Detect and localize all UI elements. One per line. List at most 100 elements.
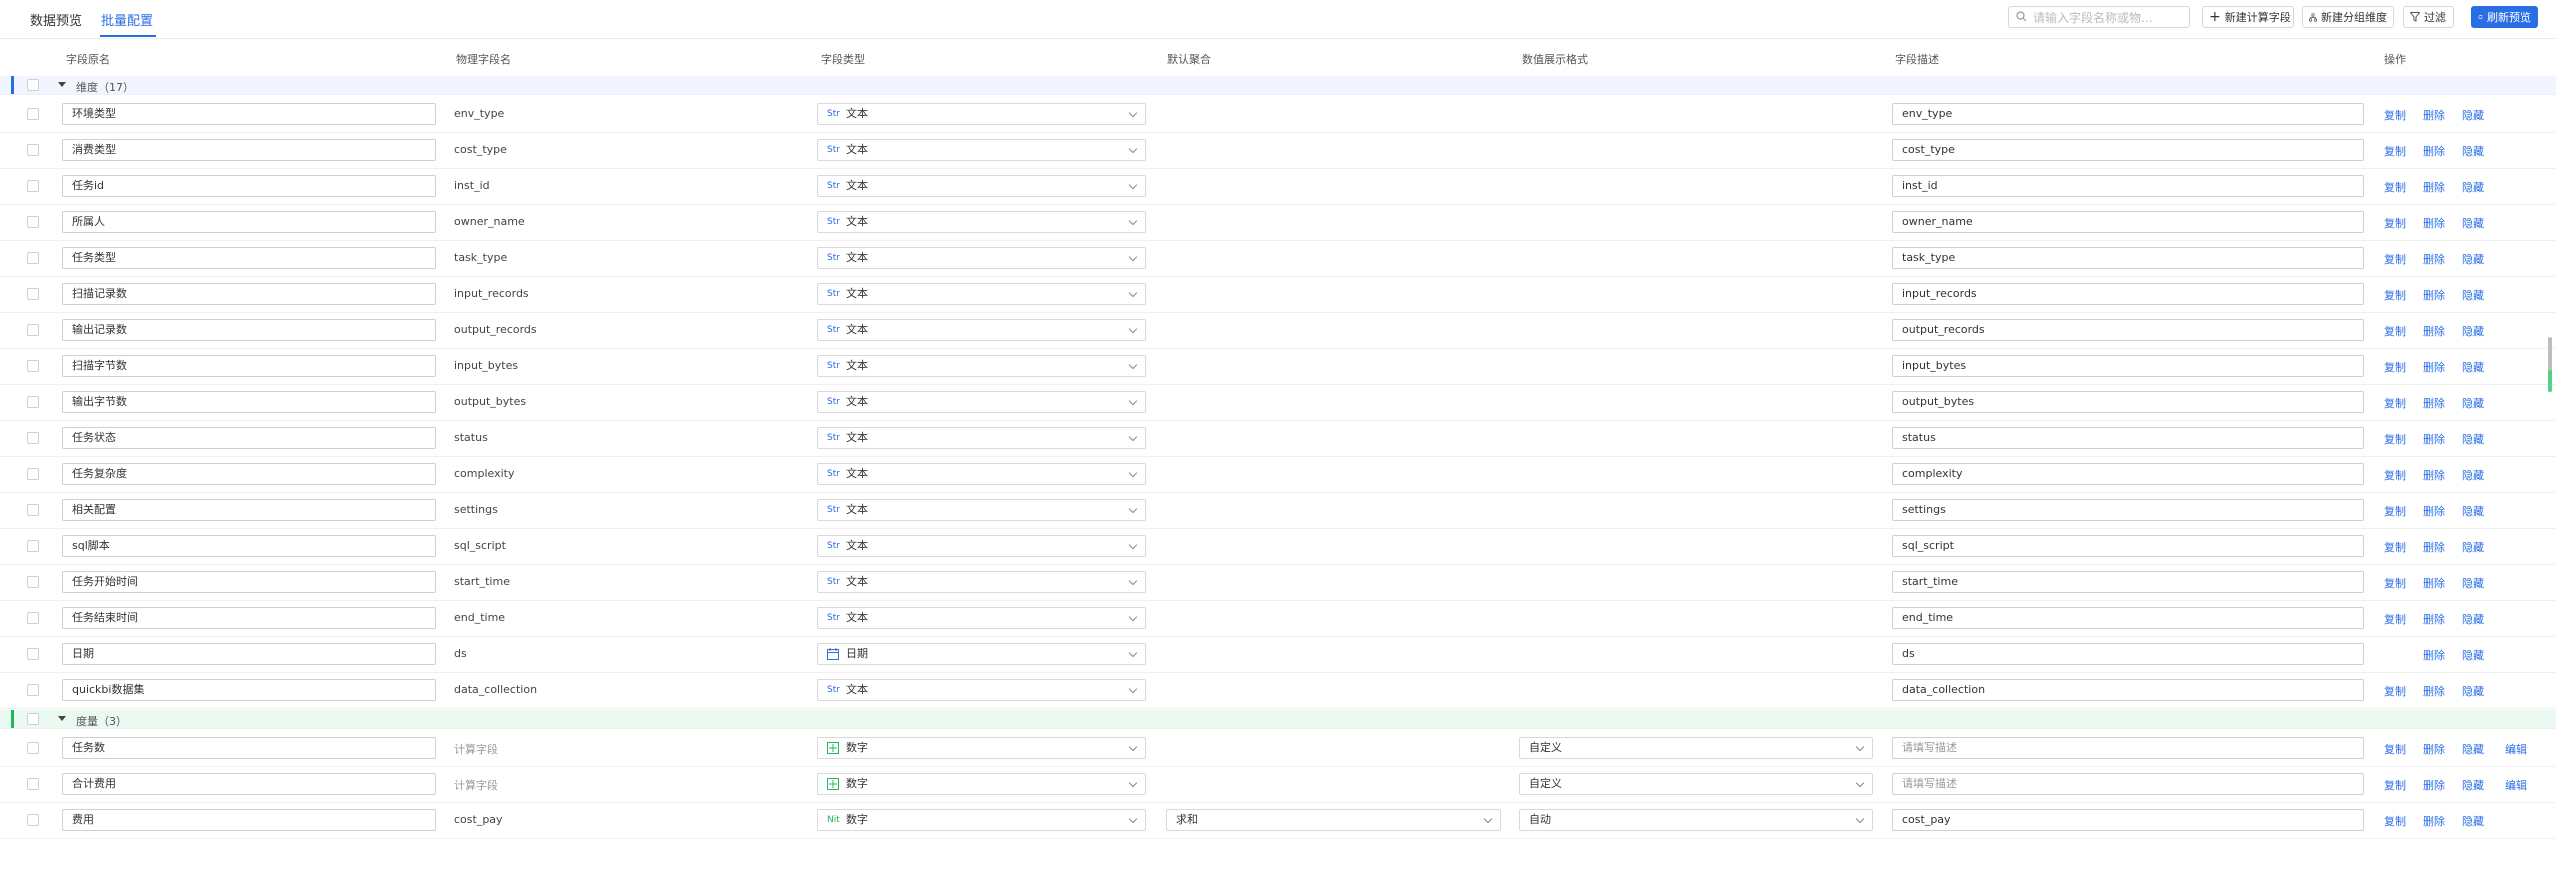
field-type-select[interactable]: 日期 xyxy=(817,643,1146,665)
hide-button[interactable]: 隐藏 xyxy=(2462,395,2484,411)
field-type-select[interactable]: Str 文本 xyxy=(817,427,1146,449)
field-name-input[interactable]: 环境类型 xyxy=(62,103,436,125)
copy-button[interactable]: 复制 xyxy=(2384,611,2406,627)
description-input[interactable]: sql_script xyxy=(1892,535,2364,557)
copy-button[interactable]: 复制 xyxy=(2384,741,2406,757)
description-input[interactable]: cost_pay xyxy=(1892,809,2364,831)
display-format-select[interactable]: 自动 xyxy=(1519,809,1873,831)
new-group-dimension-button[interactable]: 新建分组维度 xyxy=(2302,6,2394,28)
row-checkbox[interactable] xyxy=(27,108,39,120)
description-input[interactable]: owner_name xyxy=(1892,211,2364,233)
description-input[interactable]: cost_type xyxy=(1892,139,2364,161)
field-name-input[interactable]: 费用 xyxy=(62,809,436,831)
field-type-select[interactable]: Str 文本 xyxy=(817,391,1146,413)
hide-button[interactable]: 隐藏 xyxy=(2462,813,2484,829)
hide-button[interactable]: 隐藏 xyxy=(2462,647,2484,663)
field-name-input[interactable]: 任务id xyxy=(62,175,436,197)
caret-down-icon[interactable] xyxy=(58,82,66,87)
field-name-input[interactable]: 输出字节数 xyxy=(62,391,436,413)
description-input[interactable]: inst_id xyxy=(1892,175,2364,197)
hide-button[interactable]: 隐藏 xyxy=(2462,215,2484,231)
row-checkbox[interactable] xyxy=(27,360,39,372)
display-format-select[interactable]: 自定义 xyxy=(1519,737,1873,759)
field-name-input[interactable]: 输出记录数 xyxy=(62,319,436,341)
description-input[interactable]: settings xyxy=(1892,499,2364,521)
row-checkbox[interactable] xyxy=(27,540,39,552)
description-input[interactable]: data_collection xyxy=(1892,679,2364,701)
field-type-select[interactable]: Nit 数字 xyxy=(817,809,1146,831)
field-type-select[interactable]: Str 文本 xyxy=(817,211,1146,233)
row-checkbox[interactable] xyxy=(27,576,39,588)
edit-button[interactable]: 编辑 xyxy=(2505,777,2527,793)
delete-button[interactable]: 删除 xyxy=(2423,683,2445,699)
hide-button[interactable]: 隐藏 xyxy=(2462,143,2484,159)
delete-button[interactable]: 删除 xyxy=(2423,215,2445,231)
copy-button[interactable]: 复制 xyxy=(2384,813,2406,829)
tab-data-preview[interactable]: 数据预览 xyxy=(30,10,82,29)
row-checkbox[interactable] xyxy=(27,216,39,228)
filter-button[interactable]: 过滤 xyxy=(2403,6,2454,28)
field-type-select[interactable]: Str 文本 xyxy=(817,535,1146,557)
row-checkbox[interactable] xyxy=(27,742,39,754)
field-type-select[interactable]: Str 文本 xyxy=(817,139,1146,161)
row-checkbox[interactable] xyxy=(27,468,39,480)
field-name-input[interactable]: 扫描字节数 xyxy=(62,355,436,377)
field-name-input[interactable]: 任务开始时间 xyxy=(62,571,436,593)
hide-button[interactable]: 隐藏 xyxy=(2462,431,2484,447)
delete-button[interactable]: 删除 xyxy=(2423,503,2445,519)
description-input[interactable]: start_time xyxy=(1892,571,2364,593)
copy-button[interactable]: 复制 xyxy=(2384,683,2406,699)
row-checkbox[interactable] xyxy=(27,814,39,826)
field-name-input[interactable]: 任务复杂度 xyxy=(62,463,436,485)
row-checkbox[interactable] xyxy=(27,504,39,516)
copy-button[interactable]: 复制 xyxy=(2384,179,2406,195)
field-name-input[interactable]: sql脚本 xyxy=(62,535,436,557)
hide-button[interactable]: 隐藏 xyxy=(2462,683,2484,699)
description-input[interactable]: 请填写描述 xyxy=(1892,737,2364,759)
field-type-select[interactable]: 数字 xyxy=(817,737,1146,759)
description-input[interactable]: 请填写描述 xyxy=(1892,773,2364,795)
edit-button[interactable]: 编辑 xyxy=(2505,741,2527,757)
delete-button[interactable]: 删除 xyxy=(2423,287,2445,303)
field-type-select[interactable]: 数字 xyxy=(817,773,1146,795)
field-type-select[interactable]: Str 文本 xyxy=(817,355,1146,377)
field-name-input[interactable]: 扫描记录数 xyxy=(62,283,436,305)
refresh-preview-button[interactable]: 刷新预览 xyxy=(2471,6,2538,28)
field-type-select[interactable]: Str 文本 xyxy=(817,283,1146,305)
row-checkbox[interactable] xyxy=(27,288,39,300)
group-header-row[interactable]: 度量（3） xyxy=(0,710,2556,728)
copy-button[interactable]: 复制 xyxy=(2384,359,2406,375)
description-input[interactable]: ds xyxy=(1892,643,2364,665)
field-name-input[interactable]: 所属人 xyxy=(62,211,436,233)
row-checkbox[interactable] xyxy=(27,180,39,192)
delete-button[interactable]: 删除 xyxy=(2423,647,2445,663)
description-input[interactable]: task_type xyxy=(1892,247,2364,269)
description-input[interactable]: output_bytes xyxy=(1892,391,2364,413)
description-input[interactable]: complexity xyxy=(1892,463,2364,485)
delete-button[interactable]: 删除 xyxy=(2423,143,2445,159)
hide-button[interactable]: 隐藏 xyxy=(2462,777,2484,793)
field-name-input[interactable]: 消费类型 xyxy=(62,139,436,161)
copy-button[interactable]: 复制 xyxy=(2384,287,2406,303)
row-checkbox[interactable] xyxy=(27,396,39,408)
row-checkbox[interactable] xyxy=(27,778,39,790)
hide-button[interactable]: 隐藏 xyxy=(2462,323,2484,339)
copy-button[interactable]: 复制 xyxy=(2384,251,2406,267)
field-type-select[interactable]: Str 文本 xyxy=(817,103,1146,125)
description-input[interactable]: output_records xyxy=(1892,319,2364,341)
delete-button[interactable]: 删除 xyxy=(2423,575,2445,591)
row-checkbox[interactable] xyxy=(27,612,39,624)
hide-button[interactable]: 隐藏 xyxy=(2462,575,2484,591)
delete-button[interactable]: 删除 xyxy=(2423,251,2445,267)
group-checkbox[interactable] xyxy=(27,79,39,91)
hide-button[interactable]: 隐藏 xyxy=(2462,503,2484,519)
field-name-input[interactable]: 任务结束时间 xyxy=(62,607,436,629)
field-name-input[interactable]: 日期 xyxy=(62,643,436,665)
hide-button[interactable]: 隐藏 xyxy=(2462,251,2484,267)
delete-button[interactable]: 删除 xyxy=(2423,107,2445,123)
field-type-select[interactable]: Str 文本 xyxy=(817,607,1146,629)
copy-button[interactable]: 复制 xyxy=(2384,395,2406,411)
delete-button[interactable]: 删除 xyxy=(2423,539,2445,555)
delete-button[interactable]: 删除 xyxy=(2423,323,2445,339)
field-name-input[interactable]: quickbi数据集 xyxy=(62,679,436,701)
